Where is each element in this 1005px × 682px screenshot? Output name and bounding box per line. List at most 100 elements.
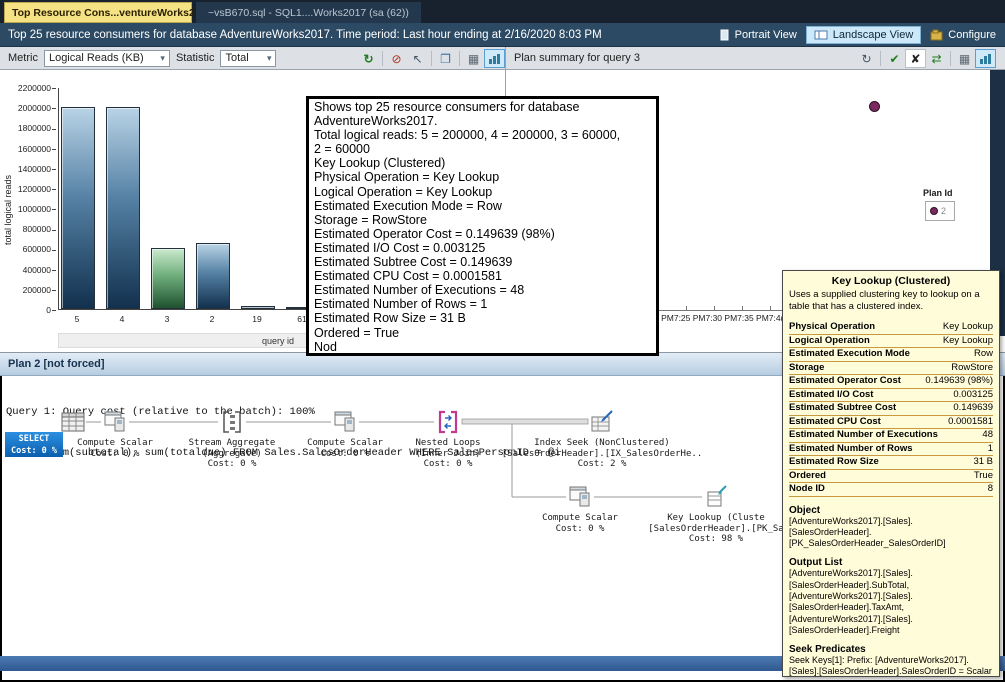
plan-id-legend-title: Plan Id bbox=[923, 188, 953, 198]
portrait-view-button[interactable]: Portrait View bbox=[711, 27, 804, 43]
plan-node-index-seek[interactable]: Index Seek (NonClustered) [SalesOrderHea… bbox=[462, 408, 742, 470]
tooltip-title: Key Lookup (Clustered) bbox=[789, 274, 993, 289]
annotation-line: Ordered = True bbox=[314, 326, 651, 340]
stop-icon[interactable]: ⊘ bbox=[386, 49, 407, 68]
unforce-plan-icon[interactable]: ✘ bbox=[905, 49, 926, 68]
plan-id-dot-icon bbox=[930, 207, 938, 215]
annotation-line: Physical Operation = Key Lookup bbox=[314, 170, 651, 184]
bar-query-19[interactable] bbox=[241, 306, 275, 309]
y-axis-ticks: 0200000400000600000800000100000012000001… bbox=[0, 88, 56, 310]
y-tick-label: 1600000 bbox=[18, 144, 56, 154]
property-row: Estimated Subtree Cost 0.149639 bbox=[789, 402, 993, 416]
property-row: Estimated Number of Executions 48 bbox=[789, 429, 993, 443]
x-axis-title: query id bbox=[262, 336, 294, 346]
annotation-line: Shows top 25 resource consumers for data… bbox=[314, 100, 651, 114]
tab-top-resource-consumers[interactable]: Top Resource Cons...ventureWorks2017] ◦ … bbox=[4, 2, 192, 23]
annotation-line: 2 = 60000 bbox=[314, 142, 651, 156]
index-seek-icon bbox=[588, 408, 616, 436]
metric-dropdown[interactable]: Logical Reads (KB) ▾ bbox=[44, 50, 170, 67]
nested-loops-icon bbox=[434, 408, 462, 436]
plan-node-compute-scalar-1[interactable]: Compute Scalar Cost: 0 % bbox=[55, 408, 175, 459]
annotation-line: Nod bbox=[314, 340, 651, 354]
plan-node-stream-aggregate[interactable]: Stream Aggregate (Aggregate) Cost: 0 % bbox=[167, 408, 297, 470]
compare-window-icon[interactable]: ❐ bbox=[435, 49, 456, 68]
landscape-view-icon bbox=[814, 29, 828, 41]
bar-query-3[interactable] bbox=[151, 248, 185, 309]
chart-toolbar-left: ↻ ⊘ ↖ ❐ ▦ bbox=[358, 49, 505, 68]
object-section-title: Object bbox=[789, 505, 993, 516]
annotation-line: Estimated Subtree Cost = 0.149639 bbox=[314, 255, 651, 269]
plan-node-compute-scalar-2[interactable]: Compute Scalar Cost: 0 % bbox=[285, 408, 405, 459]
tooltip-description: Uses a supplied clustering key to lookup… bbox=[789, 289, 993, 312]
landscape-view-button[interactable]: Landscape View bbox=[806, 26, 922, 44]
property-rows: Physical Operation Key Lookup Logical Op… bbox=[789, 321, 993, 497]
statistic-dropdown[interactable]: Total ▾ bbox=[220, 50, 276, 67]
output-list-section-title: Output List bbox=[789, 557, 993, 568]
tab-label: Top Resource Cons...ventureWorks2017] bbox=[12, 7, 216, 19]
tab-label: ~vsB670.sql - SQL1....Works2017 (sa (62)… bbox=[208, 7, 409, 19]
bar-query-4[interactable] bbox=[106, 107, 140, 309]
seek-predicates-section-title: Seek Predicates bbox=[789, 644, 993, 655]
annotation-line: Storage = RowStore bbox=[314, 213, 651, 227]
grid-view-icon[interactable]: ▦ bbox=[463, 49, 484, 68]
chart-view-icon[interactable] bbox=[975, 49, 996, 68]
x-tick-label: 5 bbox=[75, 314, 80, 324]
x-tick-label: 4 bbox=[120, 314, 125, 324]
annotation-line: Estimated Number of Rows = 1 bbox=[314, 297, 651, 311]
y-tick-label: 2200000 bbox=[18, 83, 56, 93]
output-list-section-text: [AdventureWorks2017].[Sales].[SalesOrder… bbox=[789, 568, 993, 636]
track-query-icon[interactable]: ↖ bbox=[407, 49, 428, 68]
key-lookup-icon bbox=[702, 483, 730, 511]
property-row: Logical Operation Key Lookup bbox=[789, 335, 993, 349]
chart-view-icon[interactable] bbox=[484, 49, 505, 68]
annotation-line: Total logical reads: 5 = 200000, 4 = 200… bbox=[314, 128, 651, 142]
plan-id-legend-item[interactable]: 2 bbox=[925, 201, 955, 221]
configure-button[interactable]: Configure bbox=[923, 27, 1003, 43]
grid-view-icon[interactable]: ▦ bbox=[954, 49, 975, 68]
metric-toolbar: Metric Logical Reads (KB) ▾ Statistic To… bbox=[0, 47, 1005, 70]
plan-id-value: 2 bbox=[941, 206, 946, 216]
tab-sql-file[interactable]: ~vsB670.sql - SQL1....Works2017 (sa (62)… bbox=[196, 2, 421, 23]
property-row: Physical Operation Key Lookup bbox=[789, 321, 993, 335]
y-tick-label: 200000 bbox=[23, 285, 56, 295]
y-tick-label: 800000 bbox=[23, 224, 56, 234]
compare-plans-icon[interactable]: ⇄ bbox=[926, 49, 947, 68]
y-tick-label: 400000 bbox=[23, 265, 56, 275]
property-row: Estimated Execution Mode Row bbox=[789, 348, 993, 362]
configure-icon bbox=[930, 29, 943, 41]
seek-predicates-section-text: Seek Keys[1]: Prefix: [AdventureWorks201… bbox=[789, 655, 993, 677]
compute-scalar-icon bbox=[101, 408, 129, 436]
annotation-line: Estimated CPU Cost = 0.0001581 bbox=[314, 269, 651, 283]
refresh-icon[interactable]: ↻ bbox=[856, 49, 877, 68]
chevron-down-icon: ▾ bbox=[267, 53, 272, 64]
annotation-line: Estimated Row Size = 31 B bbox=[314, 311, 651, 325]
refresh-icon[interactable]: ↻ bbox=[358, 49, 379, 68]
portrait-view-icon bbox=[718, 29, 730, 41]
plan-summary-title: Plan summary for query 3 bbox=[514, 52, 640, 64]
force-plan-icon[interactable]: ✔ bbox=[884, 49, 905, 68]
property-row: Ordered True bbox=[789, 470, 993, 484]
ssms-query-store-window: Top Resource Cons...ventureWorks2017] ◦ … bbox=[0, 0, 1005, 682]
property-row: Estimated Operator Cost 0.149639 (98%) bbox=[789, 375, 993, 389]
stream-aggregate-icon bbox=[218, 408, 246, 436]
y-tick-label: 1400000 bbox=[18, 164, 56, 174]
metric-label: Metric bbox=[8, 52, 38, 64]
annotation-line: Logical Operation = Key Lookup bbox=[314, 185, 651, 199]
annotation-line: Estimated Operator Cost = 0.149639 (98%) bbox=[314, 227, 651, 241]
x-tick-label: 19 bbox=[252, 314, 261, 324]
y-tick-label: 600000 bbox=[23, 244, 56, 254]
compute-scalar-icon bbox=[331, 408, 359, 436]
compute-scalar-icon bbox=[566, 483, 594, 511]
property-row: Storage RowStore bbox=[789, 362, 993, 376]
report-title: Top 25 resource consumers for database A… bbox=[0, 29, 711, 41]
plan-scatter-point[interactable] bbox=[869, 101, 880, 112]
document-tab-bar: Top Resource Cons...ventureWorks2017] ◦ … bbox=[0, 0, 1005, 23]
property-row: Node ID 8 bbox=[789, 483, 993, 497]
y-tick-label: 2000000 bbox=[18, 103, 56, 113]
annotation-line: Key Lookup (Clustered) bbox=[314, 156, 651, 170]
property-row: Estimated Row Size 31 B bbox=[789, 456, 993, 470]
y-tick-label: 1000000 bbox=[18, 204, 56, 214]
bar-query-5[interactable] bbox=[61, 107, 95, 309]
report-header: Top 25 resource consumers for database A… bbox=[0, 23, 1005, 47]
bar-query-2[interactable] bbox=[196, 243, 230, 309]
